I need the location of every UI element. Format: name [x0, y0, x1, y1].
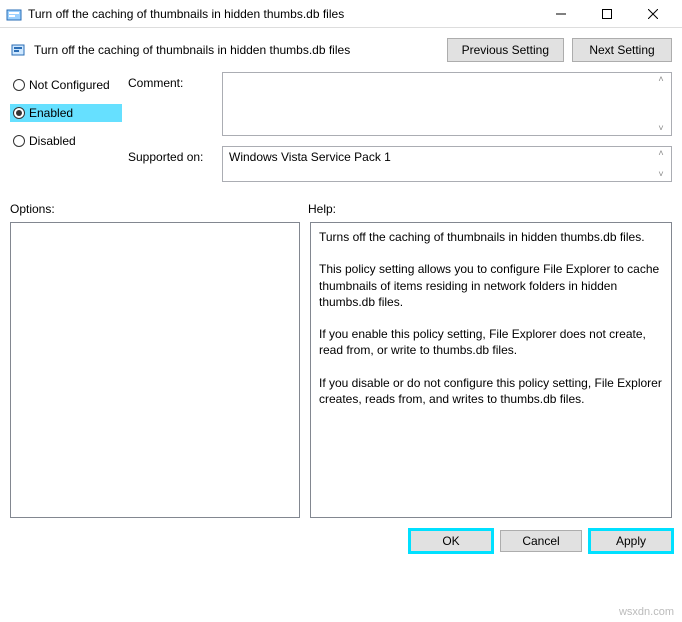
watermark: wsxdn.com	[619, 606, 674, 618]
next-setting-button[interactable]: Next Setting	[572, 38, 672, 62]
comment-input[interactable]: ˄ ˅	[222, 72, 672, 136]
radio-disabled[interactable]: Disabled	[10, 132, 122, 150]
comment-label: Comment:	[128, 72, 216, 136]
policy-title: Turn off the caching of thumbnails in hi…	[34, 43, 439, 57]
radio-not-configured[interactable]: Not Configured	[10, 76, 122, 94]
minimize-button[interactable]	[538, 0, 584, 28]
help-section-label: Help:	[308, 202, 672, 216]
policy-header-icon	[10, 42, 26, 58]
ok-button[interactable]: OK	[410, 530, 492, 552]
radio-enabled[interactable]: Enabled	[10, 104, 122, 122]
titlebar: Turn off the caching of thumbnails in hi…	[0, 0, 682, 28]
radio-disabled-label: Disabled	[29, 134, 76, 148]
options-panel	[10, 222, 300, 518]
help-panel[interactable]: Turns off the caching of thumbnails in h…	[310, 222, 672, 518]
supported-on-value: Windows Vista Service Pack 1	[229, 150, 391, 164]
apply-button[interactable]: Apply	[590, 530, 672, 552]
close-button[interactable]	[630, 0, 676, 28]
chevron-down-icon[interactable]: ˅	[653, 124, 669, 133]
maximize-button[interactable]	[584, 0, 630, 28]
radio-enabled-label: Enabled	[29, 106, 73, 120]
previous-setting-button[interactable]: Previous Setting	[447, 38, 564, 62]
policy-icon	[6, 6, 22, 22]
chevron-up-icon[interactable]: ˄	[653, 75, 669, 84]
chevron-down-icon[interactable]: ˅	[653, 170, 669, 179]
radio-icon	[13, 135, 25, 147]
header: Turn off the caching of thumbnails in hi…	[0, 28, 682, 68]
options-section-label: Options:	[10, 202, 308, 216]
radio-icon	[13, 79, 25, 91]
cancel-button[interactable]: Cancel	[500, 530, 582, 552]
supported-on-value-box: Windows Vista Service Pack 1 ˄ ˅	[222, 146, 672, 182]
chevron-up-icon[interactable]: ˄	[653, 149, 669, 158]
supported-on-label: Supported on:	[128, 146, 216, 182]
radio-icon	[13, 107, 25, 119]
radio-not-configured-label: Not Configured	[29, 78, 110, 92]
dialog-buttons: OK Cancel Apply	[0, 518, 682, 562]
window-title: Turn off the caching of thumbnails in hi…	[28, 7, 538, 21]
